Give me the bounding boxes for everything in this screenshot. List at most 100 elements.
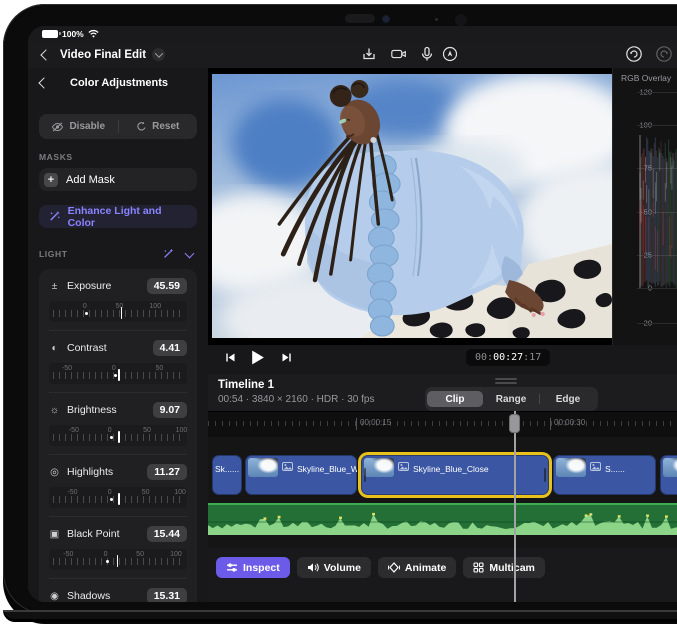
skip-back-button[interactable] xyxy=(224,351,237,369)
tick-label: 50 xyxy=(115,303,123,310)
clip-thumbnail xyxy=(364,458,394,477)
slider-contrast[interactable]: ◐ Contrast 4.41 -50050 xyxy=(49,331,187,393)
battery-percent: 100% xyxy=(62,29,84,39)
tool-label: Volume xyxy=(324,562,361,574)
playhead[interactable] xyxy=(514,411,516,602)
slider-value[interactable]: 45.59 xyxy=(147,278,187,294)
mode-range[interactable]: Range xyxy=(483,391,539,407)
slider-ruler[interactable]: -50050100 xyxy=(49,487,187,508)
volume-button[interactable]: Volume xyxy=(297,557,371,578)
timecode-display: 00:00:27:17 xyxy=(466,349,550,366)
slider-label: Shadows xyxy=(67,590,140,602)
slider-exposure[interactable]: ± Exposure 45.59 050100 xyxy=(49,269,187,331)
clip-label: Skyline_Blue_Wide xyxy=(297,464,357,474)
masks-heading: MASKS xyxy=(39,152,197,162)
video-viewer[interactable] xyxy=(208,68,612,345)
slider-thumb[interactable] xyxy=(118,493,120,505)
clip-partial[interactable] xyxy=(660,455,677,495)
clip-skyline-blue-wide[interactable]: Skyline_Blue_Wide xyxy=(245,455,357,495)
record-video-button[interactable] xyxy=(390,45,408,63)
tool-label: Inspect xyxy=(243,562,280,574)
timeline-ruler[interactable]: 00:00:1500:00:30 xyxy=(208,411,677,438)
slider-black-point[interactable]: ▣ Black Point 15.44 -50050100 xyxy=(49,517,187,579)
sensor-ring xyxy=(455,14,467,26)
slider-value[interactable]: 15.31 xyxy=(147,588,187,602)
tick-label: 0 xyxy=(83,303,87,310)
clip-skyline-blue-close[interactable]: Skyline_Blue_Close xyxy=(361,455,549,495)
undo-button[interactable] xyxy=(625,45,643,63)
slider-thumb[interactable] xyxy=(117,555,119,567)
origin-dot xyxy=(114,374,117,377)
mode-edge[interactable]: Edge xyxy=(540,391,596,407)
front-camera-pill xyxy=(345,14,375,23)
playhead-handle[interactable] xyxy=(509,414,520,433)
collapse-section-icon[interactable] xyxy=(185,248,195,258)
microphone-button[interactable] xyxy=(418,45,436,63)
clip-thumbnail xyxy=(556,458,586,477)
pencil-tools-button[interactable] xyxy=(441,45,459,63)
tick-label: 0 xyxy=(108,427,112,434)
animate-button[interactable]: Animate xyxy=(378,557,456,578)
add-mask-button[interactable]: + Add Mask xyxy=(39,168,197,191)
play-button[interactable] xyxy=(249,349,266,371)
slider-ruler[interactable]: -50050100 xyxy=(49,549,187,570)
slider-brightness[interactable]: ☼ Brightness 9.07 -50050100 xyxy=(49,393,187,455)
ruler-timestamp: 00:00:30 xyxy=(554,418,585,427)
rgb-overlay-scope: RGB Overlay 1201007550250-20 xyxy=(612,68,677,345)
audio-waveform xyxy=(208,511,677,535)
front-camera-lens xyxy=(383,16,389,22)
main-area: RGB Overlay 1201007550250-20 00:00:27:17 xyxy=(208,68,677,602)
eye-slash-icon xyxy=(51,122,64,132)
project-dropdown-button[interactable] xyxy=(152,48,165,61)
clip-sk-[interactable]: Sk...... xyxy=(212,455,242,495)
tick-label: 0 xyxy=(108,489,112,496)
slider-highlights[interactable]: ◎ Highlights 11.27 -50050100 xyxy=(49,455,187,517)
slider-ruler[interactable]: -50050100 xyxy=(49,425,187,446)
slider-value[interactable]: 11.27 xyxy=(147,464,187,480)
slider-thumb[interactable] xyxy=(118,431,120,443)
inspect-sliders-icon xyxy=(226,562,238,573)
tick-label: -50 xyxy=(62,365,72,372)
slider-ruler[interactable]: -50050 xyxy=(49,363,187,384)
skip-forward-button[interactable] xyxy=(280,351,293,369)
timeline-header: Timeline 1 00:54 · 3840 × 2160 · HDR · 3… xyxy=(208,374,677,411)
slider-shadows[interactable]: ◉ Shadows 15.31 -50050100 xyxy=(49,579,187,602)
trim-handle-right[interactable] xyxy=(544,468,546,482)
enhance-button[interactable]: Enhance Light and Color xyxy=(39,205,197,228)
mode-clip[interactable]: Clip xyxy=(427,391,483,407)
clip-s-[interactable]: S...... xyxy=(553,455,656,495)
disable-button[interactable]: Disable xyxy=(39,121,118,132)
multicam-button[interactable]: Multicam xyxy=(463,557,545,578)
timeline-name: Timeline 1 xyxy=(218,379,274,391)
origin-dot xyxy=(110,498,113,501)
inspect-button[interactable]: Inspect xyxy=(216,557,290,578)
tick-label: 50 xyxy=(142,489,150,496)
slider-thumb[interactable] xyxy=(118,369,120,381)
slider-value[interactable]: 9.07 xyxy=(153,402,187,418)
auto-enhance-icon[interactable] xyxy=(162,248,174,260)
origin-dot xyxy=(106,560,109,563)
reset-button[interactable]: Reset xyxy=(119,121,198,132)
add-mask-label: Add Mask xyxy=(66,174,115,186)
project-title[interactable]: Video Final Edit xyxy=(60,49,146,61)
slider-ruler[interactable]: 050100 xyxy=(49,301,187,322)
panel-grab-handle[interactable] xyxy=(495,378,517,380)
trim-handle-left[interactable] xyxy=(364,468,366,482)
scope-waveform xyxy=(637,68,677,345)
import-button[interactable] xyxy=(360,45,378,63)
edit-mode-segmented: ClipRangeEdge xyxy=(425,387,598,411)
transport-bar: 00:00:27:17 xyxy=(208,345,677,375)
slider-value[interactable]: 15.44 xyxy=(147,526,187,542)
tick-label: 50 xyxy=(143,427,151,434)
device-bottom-edge xyxy=(3,610,677,622)
multicam-grid-icon xyxy=(473,562,484,573)
slider-value[interactable]: 4.41 xyxy=(153,340,187,356)
tick-label: 50 xyxy=(136,551,144,558)
tick-label: -50 xyxy=(69,427,79,434)
audio-track[interactable] xyxy=(208,503,677,535)
redo-button[interactable] xyxy=(655,45,673,63)
back-icon[interactable] xyxy=(40,49,51,60)
video-frame xyxy=(212,74,612,338)
tick-label: -50 xyxy=(67,489,77,496)
clip-thumbnail xyxy=(663,458,677,477)
